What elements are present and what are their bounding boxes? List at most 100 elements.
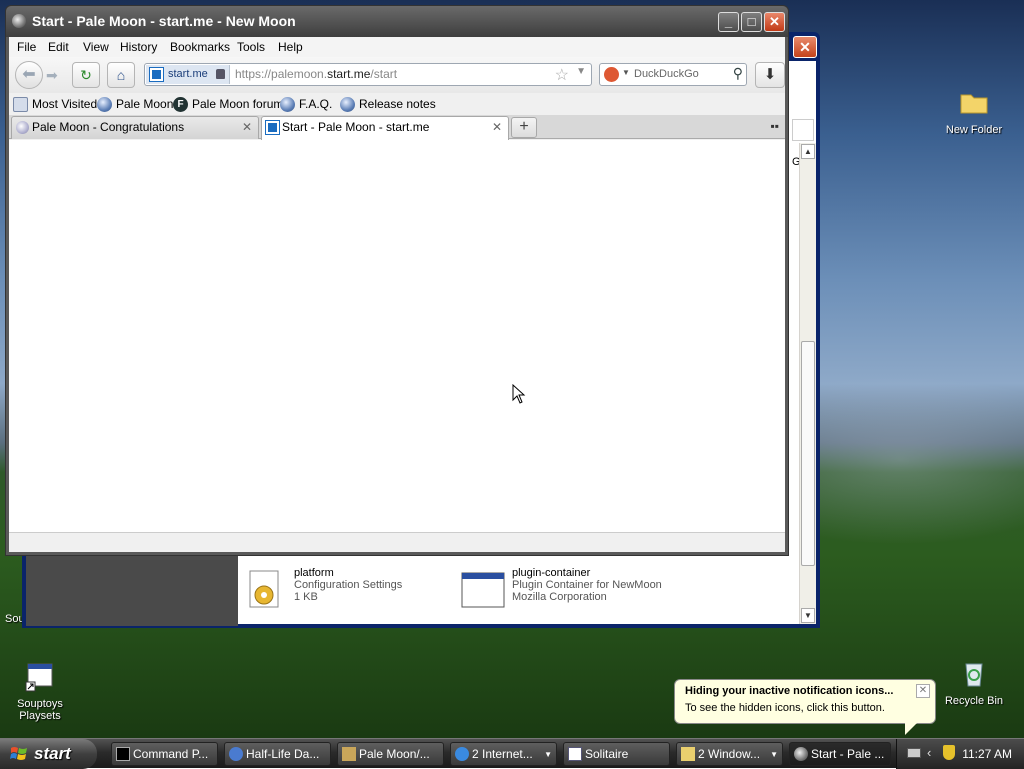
file-item-plugin-container[interactable]: plugin-container Plugin Container for Ne… <box>461 567 662 608</box>
scroll-up-arrow-icon[interactable]: ▲ <box>801 144 815 159</box>
file-name: plugin-container <box>512 567 591 579</box>
forum-f-icon: F <box>173 97 188 112</box>
taskbar-button-label: 2 Internet... <box>472 747 533 761</box>
file-name: platform <box>294 567 334 579</box>
new-tab-button[interactable]: + <box>511 117 537 138</box>
application-window-icon <box>461 572 505 608</box>
tab-label: Start - Pale Moon - start.me <box>282 120 430 134</box>
forward-button[interactable]: ➡ <box>46 65 68 85</box>
notification-text: To see the hidden icons, click this butt… <box>685 702 885 714</box>
menu-tools[interactable]: Tools <box>237 40 265 54</box>
desktop-icon-recycle-bin[interactable]: Recycle Bin <box>934 657 1014 707</box>
taskbar-button-pale-moon-folder[interactable]: Pale Moon/... <box>337 742 444 766</box>
taskbar-button-windows-group[interactable]: 2 Window... ▼ <box>676 742 783 766</box>
menu-edit[interactable]: Edit <box>48 40 69 54</box>
taskbar-button-label: Half-Life Da... <box>246 747 320 761</box>
pale-moon-globe-icon <box>340 97 355 112</box>
desktop-icon-new-folder[interactable]: New Folder <box>934 86 1014 136</box>
menu-history[interactable]: History <box>120 40 157 54</box>
menu-bookmarks[interactable]: Bookmarks <box>170 40 230 54</box>
menu-view[interactable]: View <box>83 40 109 54</box>
bookmark-pale-moon-forum[interactable]: F Pale Moon forum <box>173 97 283 112</box>
forward-arrow-icon: ➡ <box>46 67 58 83</box>
tab-pale-moon-congratulations[interactable]: Pale Moon - Congratulations ✕ <box>11 116 259 139</box>
bookmark-faq[interactable]: F.A.Q. <box>280 97 332 112</box>
taskbar: start Command P... Half-Life Da... Pale … <box>0 738 1024 769</box>
security-shield-icon[interactable] <box>943 745 955 760</box>
tab-label: Pale Moon - Congratulations <box>32 120 185 134</box>
maximize-button[interactable]: □ <box>741 12 762 32</box>
list-all-tabs-icon[interactable]: ▪▪ <box>770 119 779 133</box>
bookmark-most-visited[interactable]: Most Visited <box>13 97 97 112</box>
clock[interactable]: 11:27 AM <box>962 747 1012 761</box>
bookmark-release-notes[interactable]: Release notes <box>340 97 436 112</box>
group-dropdown-icon: ▼ <box>544 750 552 759</box>
site-identity-button[interactable]: start.me <box>146 65 230 84</box>
bookmark-pale-moon[interactable]: Pale Moon <box>97 97 174 112</box>
folder-icon <box>960 94 988 114</box>
bookmark-label: Pale Moon <box>116 97 174 111</box>
close-button[interactable]: ✕ <box>764 12 785 32</box>
menu-help[interactable]: Help <box>278 40 303 54</box>
home-icon: ⌂ <box>116 67 126 83</box>
downloads-button[interactable]: ⬇ <box>755 62 785 88</box>
notification-close-button[interactable]: ✕ <box>916 684 930 698</box>
menu-file[interactable]: File <box>17 40 36 54</box>
taskbar-button-solitaire[interactable]: Solitaire <box>563 742 670 766</box>
config-settings-icon <box>249 570 279 608</box>
windows-logo-icon <box>10 747 27 760</box>
back-arrow-icon: ⬅ <box>22 66 36 83</box>
page-content[interactable] <box>9 140 785 532</box>
duckduckgo-icon[interactable] <box>604 67 619 82</box>
keyboard-icon[interactable] <box>907 748 921 758</box>
url-path: /start <box>370 67 398 81</box>
windows-flag-icon <box>792 119 814 141</box>
start-label: start <box>34 744 71 763</box>
back-button[interactable]: ⬅ <box>15 61 43 89</box>
url-text[interactable]: https://palemoon.start.me/start <box>235 67 397 81</box>
recycle-bin-icon <box>965 663 983 687</box>
reload-button[interactable]: ↻ <box>72 62 100 88</box>
taskbar-button-label: Start - Pale ... <box>811 747 885 761</box>
taskbar-button-label: Solitaire <box>585 747 629 761</box>
back-forward-group: ⬅ ➡ <box>15 61 69 89</box>
bookmark-star-icon[interactable]: ☆ <box>555 65 569 85</box>
url-bar[interactable]: start.me https://palemoon.start.me/start… <box>144 63 592 86</box>
tab-close-icon[interactable]: ✕ <box>492 117 502 138</box>
download-arrow-icon: ⬇ <box>763 66 777 83</box>
notification-balloon[interactable]: Hiding your inactive notification icons.… <box>674 679 936 735</box>
url-history-dropdown-icon[interactable]: ▼ <box>576 66 586 77</box>
pale-moon-app-icon <box>12 14 26 28</box>
tab-start-pale-moon[interactable]: Start - Pale Moon - start.me ✕ <box>261 116 509 140</box>
browser-titlebar[interactable]: Start - Pale Moon - start.me - New Moon <box>6 6 788 37</box>
taskbar-button-half-life[interactable]: Half-Life Da... <box>224 742 331 766</box>
browser-window[interactable]: Start - Pale Moon - start.me - New Moon … <box>5 5 789 556</box>
desktop-icon-souptoys[interactable]: Souptoys Playsets <box>0 660 80 722</box>
start-me-tab-icon <box>265 120 280 135</box>
status-bar <box>9 532 785 552</box>
tab-close-icon[interactable]: ✕ <box>242 117 252 138</box>
taskbar-button-start-pale-moon[interactable]: Start - Pale ... <box>789 742 891 766</box>
file-type: Configuration Settings <box>294 579 403 591</box>
file-item-platform[interactable]: platform Configuration Settings 1 KB <box>249 567 403 608</box>
internet-explorer-icon <box>455 747 469 761</box>
command-prompt-icon <box>116 747 130 761</box>
explorer-folder-icon <box>342 747 356 761</box>
group-dropdown-icon: ▼ <box>770 750 778 759</box>
search-magnifier-icon[interactable]: ⚲ <box>733 65 743 82</box>
taskbar-button-internet-group[interactable]: 2 Internet... ▼ <box>450 742 557 766</box>
search-bar[interactable]: ▼ DuckDuckGo ⚲ <box>599 63 747 86</box>
taskbar-button-command-prompt[interactable]: Command P... <box>111 742 218 766</box>
solitaire-card-icon <box>568 747 582 761</box>
vertical-scrollbar[interactable]: ▲ ▼ <box>799 143 816 624</box>
minimize-button[interactable]: _ <box>718 12 739 32</box>
background-window-close-button[interactable]: ✕ <box>793 36 817 58</box>
scroll-down-arrow-icon[interactable]: ▼ <box>801 608 815 623</box>
scrollbar-thumb[interactable] <box>801 341 815 566</box>
plus-icon: + <box>519 118 529 135</box>
search-engine-dropdown-icon[interactable]: ▼ <box>622 68 630 77</box>
tab-strip: Pale Moon - Congratulations ✕ Start - Pa… <box>9 115 785 140</box>
show-hidden-icons-chevron-icon[interactable]: ‹ <box>927 745 931 760</box>
home-button[interactable]: ⌂ <box>107 62 135 88</box>
start-button[interactable]: start <box>0 739 97 769</box>
